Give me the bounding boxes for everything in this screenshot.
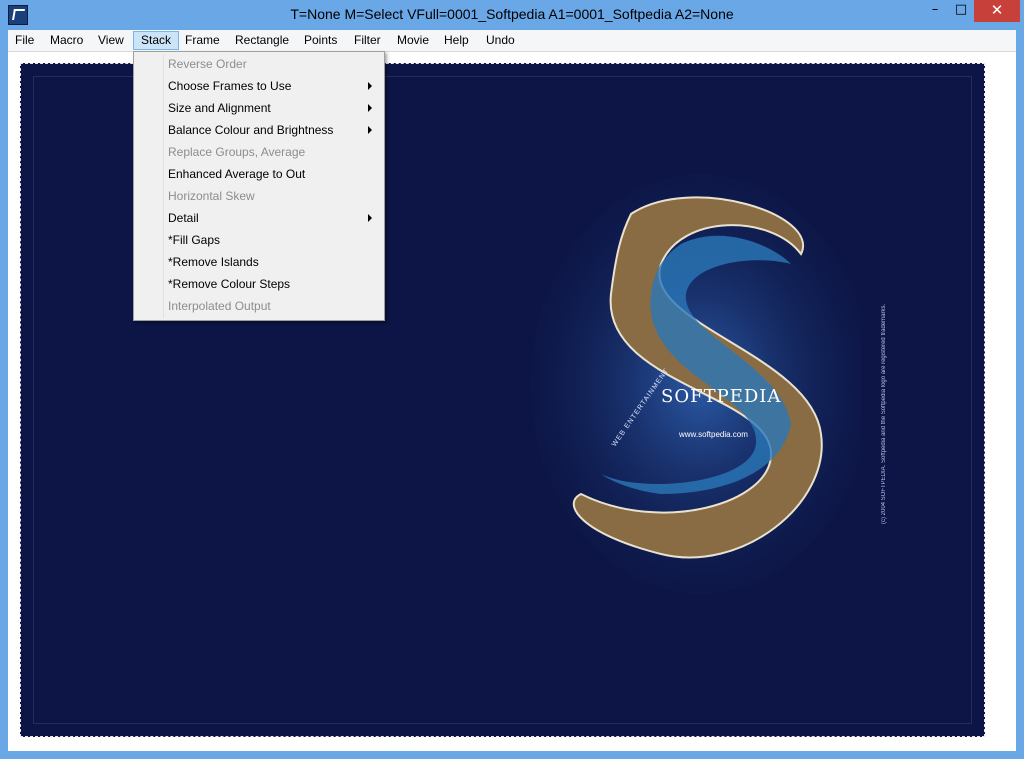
- menu-item-choose-frames[interactable]: Choose Frames to Use: [168, 75, 291, 97]
- menu-item-remove-colour-steps[interactable]: *Remove Colour Steps: [168, 273, 290, 295]
- menu-bar: File Macro View Stack Frame Rectangle Po…: [8, 30, 1016, 52]
- menu-item-balance-colour[interactable]: Balance Colour and Brightness: [168, 119, 333, 141]
- submenu-arrow-icon: [368, 126, 372, 134]
- app-window: T=None M=Select VFull=0001_Softpedia A1=…: [0, 0, 1024, 759]
- menu-item-detail[interactable]: Detail: [168, 207, 199, 229]
- menu-gutter: [163, 54, 164, 318]
- menu-item-interpolated-output[interactable]: Interpolated Output: [168, 295, 271, 317]
- menu-movie[interactable]: Movie: [390, 32, 436, 49]
- title-bar[interactable]: T=None M=Select VFull=0001_Softpedia A1=…: [0, 0, 1024, 30]
- menu-points[interactable]: Points: [297, 32, 344, 49]
- menu-rectangle[interactable]: Rectangle: [228, 32, 296, 49]
- menu-view[interactable]: View: [91, 32, 131, 49]
- menu-filter[interactable]: Filter: [347, 32, 388, 49]
- submenu-arrow-icon: [368, 214, 372, 222]
- menu-item-fill-gaps[interactable]: *Fill Gaps: [168, 229, 220, 251]
- menu-undo[interactable]: Undo: [479, 32, 522, 49]
- close-button[interactable]: ✕: [974, 0, 1020, 22]
- menu-macro[interactable]: Macro: [43, 32, 90, 49]
- softpedia-url: www.softpedia.com: [679, 430, 748, 439]
- menu-stack[interactable]: Stack: [133, 31, 180, 50]
- minimize-button[interactable]: –: [922, 0, 948, 22]
- maximize-button[interactable]: □: [948, 0, 974, 22]
- menu-item-horizontal-skew[interactable]: Horizontal Skew: [168, 185, 255, 207]
- menu-file[interactable]: File: [8, 32, 41, 49]
- submenu-arrow-icon: [368, 104, 372, 112]
- copyright-text: (c) 2004 SOFTPEDIA. Softpedia and the So…: [881, 303, 887, 524]
- menu-help[interactable]: Help: [437, 32, 476, 49]
- window-title: T=None M=Select VFull=0001_Softpedia A1=…: [290, 6, 734, 22]
- stack-dropdown-menu: Reverse Order Choose Frames to Use Size …: [133, 51, 385, 321]
- menu-item-remove-islands[interactable]: *Remove Islands: [168, 251, 259, 273]
- menu-item-size-alignment[interactable]: Size and Alignment: [168, 97, 271, 119]
- softpedia-logo-text: SOFTPEDIA: [661, 386, 782, 407]
- menu-item-enhanced-average[interactable]: Enhanced Average to Out: [168, 163, 305, 185]
- island-image: [531, 174, 861, 594]
- menu-item-reverse-order[interactable]: Reverse Order: [168, 53, 247, 75]
- menu-item-replace-groups[interactable]: Replace Groups, Average: [168, 141, 305, 163]
- menu-frame[interactable]: Frame: [178, 32, 227, 49]
- submenu-arrow-icon: [368, 82, 372, 90]
